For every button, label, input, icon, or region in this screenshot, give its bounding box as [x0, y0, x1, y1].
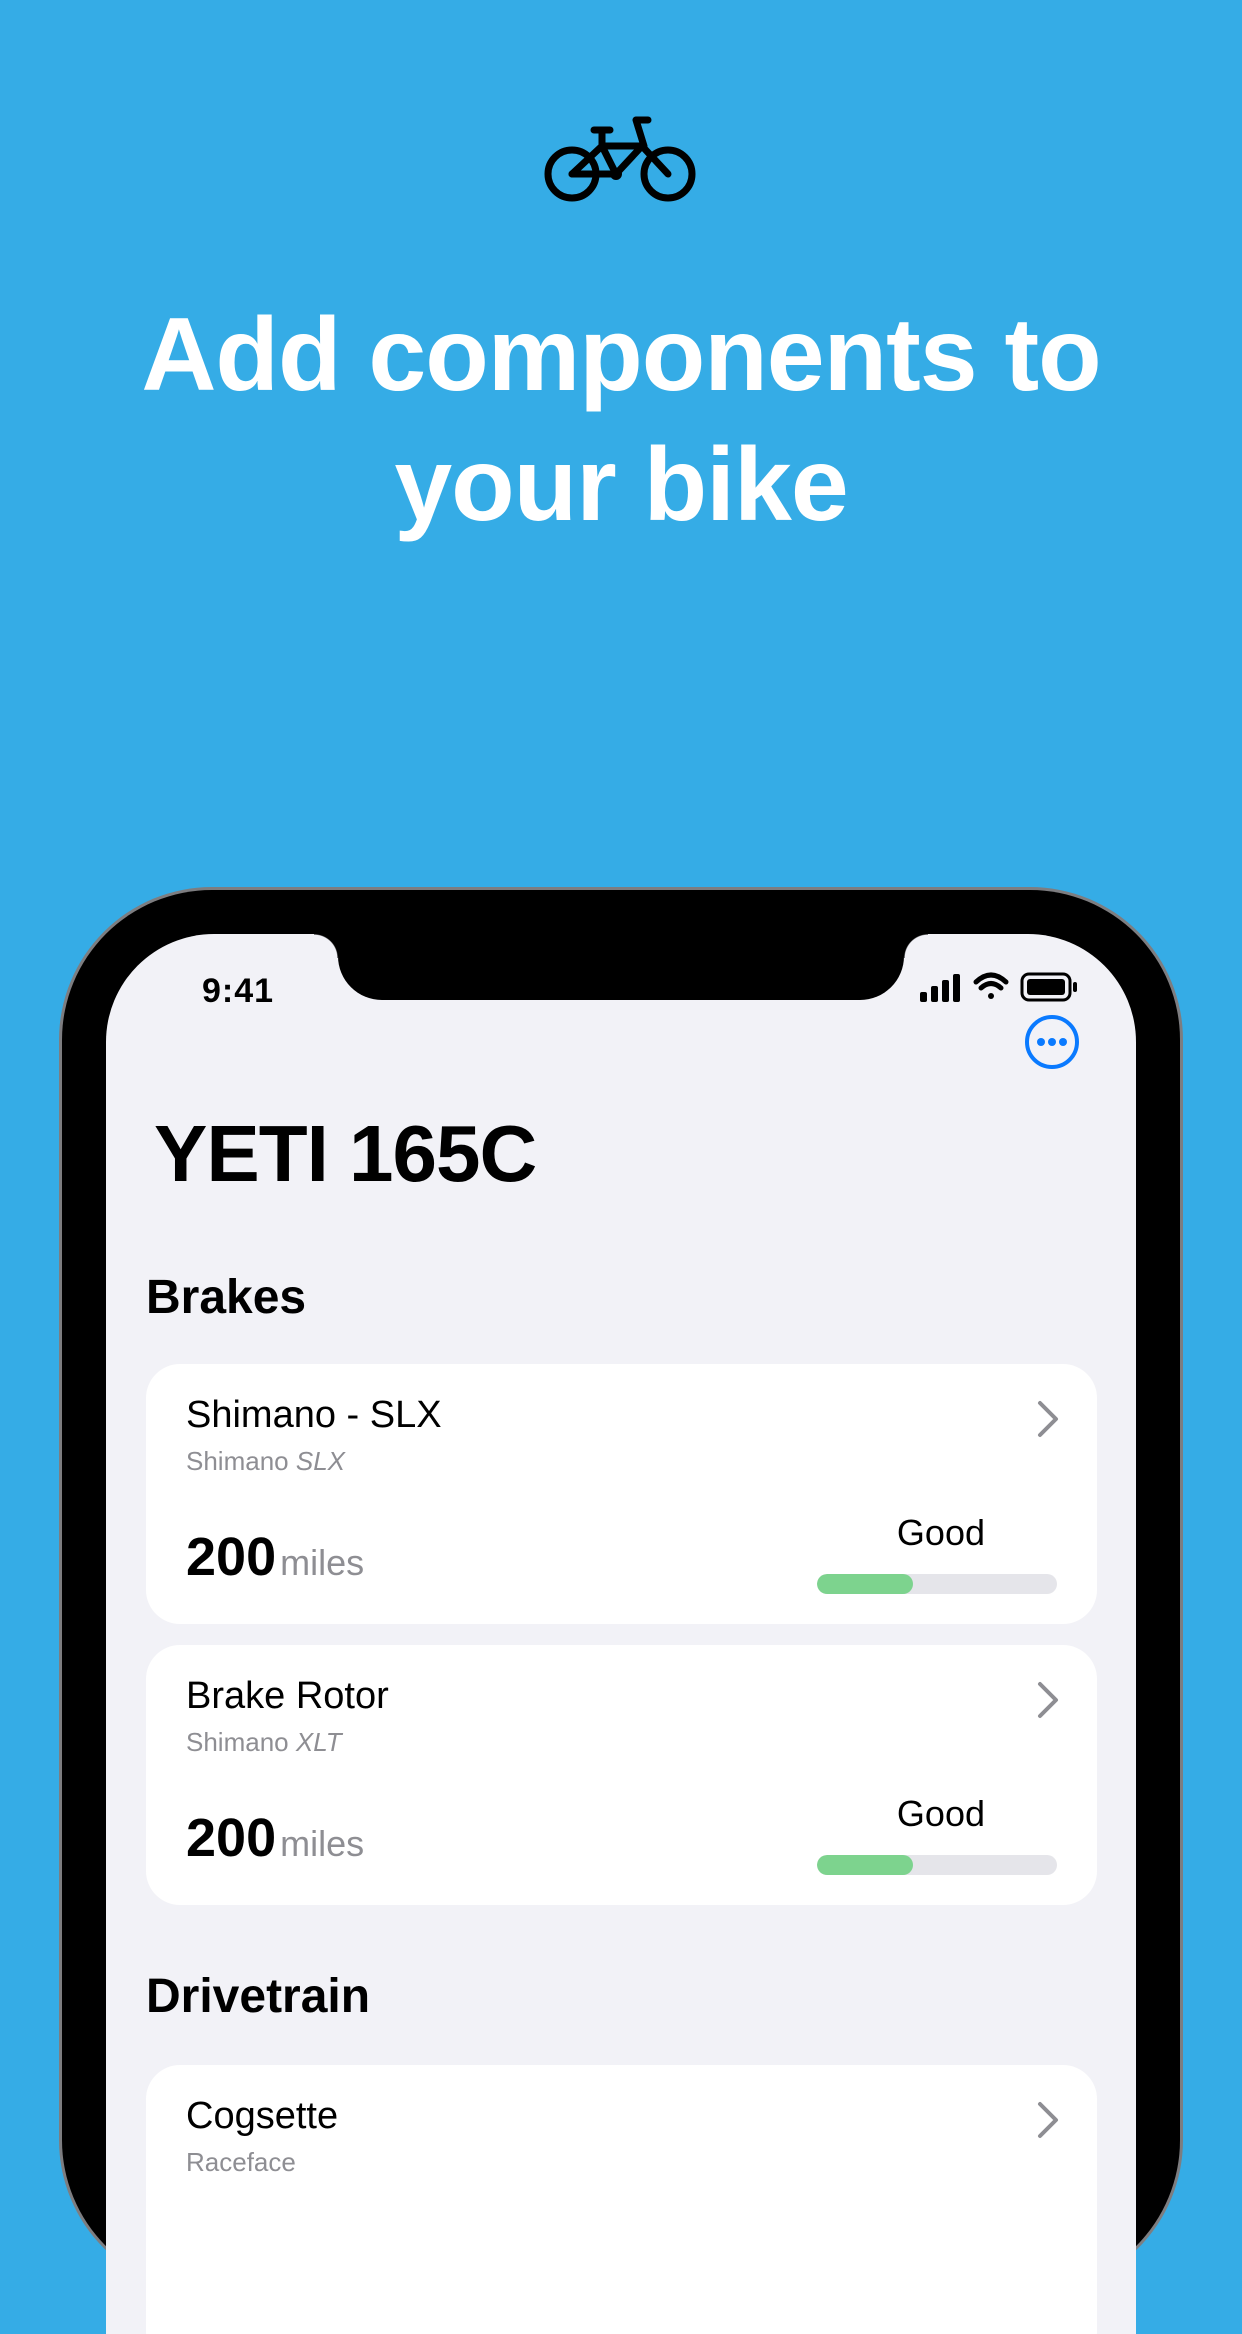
- cellular-signal-icon: [920, 974, 960, 1002]
- section-title-brakes: Brakes: [146, 1271, 307, 1324]
- component-brand: Shimano XLT: [186, 1727, 342, 1757]
- component-name: Shimano - SLX: [186, 1394, 442, 1436]
- page-title: YETI 165C: [154, 1109, 537, 1198]
- component-name: Cogsette: [186, 2095, 339, 2137]
- chevron-right-icon: [1038, 1401, 1058, 1437]
- component-brand: Raceface: [186, 2147, 296, 2177]
- wear-progress-bar: [817, 1855, 1057, 1875]
- condition-label: Good: [896, 1512, 985, 1553]
- status-time: 9:41: [202, 972, 275, 1010]
- chevron-right-icon: [1038, 1682, 1058, 1718]
- condition-label: Good: [896, 1793, 985, 1834]
- chevron-right-icon: [1038, 2102, 1058, 2138]
- component-card[interactable]: Brake Rotor Shimano XLT 200 miles Good: [146, 1645, 1097, 1905]
- component-card[interactable]: Cogsette Raceface: [146, 2065, 1097, 2334]
- mileage: 200 miles: [186, 1808, 365, 1868]
- app-screen: 9:41 YETI 165C Brakes Shimano - SLX Shim…: [106, 934, 1136, 2334]
- section-title-drivetrain: Drivetrain: [146, 1970, 371, 2023]
- wear-progress-fill: [817, 1574, 913, 1594]
- phone-frame: 9:41 YETI 165C Brakes Shimano - SLX Shim…: [62, 890, 1180, 2334]
- wear-progress-fill: [817, 1855, 913, 1875]
- mileage: 200 miles: [186, 1527, 365, 1587]
- bicycle-icon: [544, 116, 696, 202]
- battery-icon: [1020, 972, 1077, 1002]
- notch: [314, 934, 928, 1000]
- status-icons: [920, 972, 1077, 1002]
- component-card[interactable]: Shimano - SLX Shimano SLX 200 miles Good: [146, 1364, 1097, 1624]
- wear-progress-bar: [817, 1574, 1057, 1594]
- wifi-icon: [973, 972, 1009, 999]
- component-name: Brake Rotor: [186, 1675, 389, 1717]
- component-brand: Shimano SLX: [186, 1446, 346, 1476]
- ellipsis-circle-icon[interactable]: [1024, 1014, 1080, 1070]
- headline: Add components to your bike: [141, 297, 1101, 543]
